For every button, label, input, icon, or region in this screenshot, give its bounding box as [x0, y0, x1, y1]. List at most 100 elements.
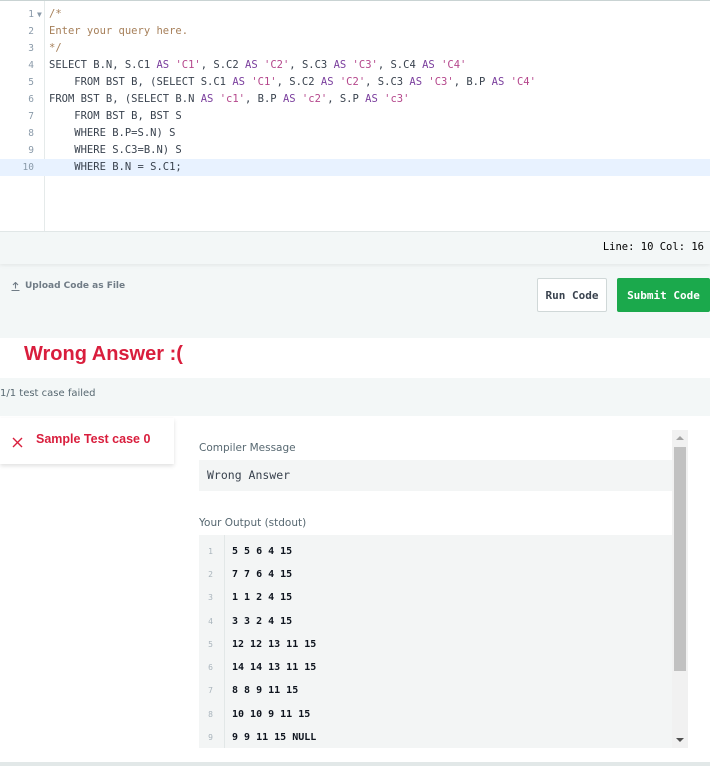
code-token: AS: [232, 76, 245, 88]
code-line[interactable]: 9 WHERE S.C3=B.N) S: [0, 142, 710, 159]
code-token: FROM BST B, (SELECT S.C1: [49, 76, 233, 88]
code-token: 'c1': [219, 93, 245, 105]
code-token: 'c3': [384, 93, 410, 105]
code-editor[interactable]: 1 ▼ /* 2 Enter your query here. 3 */ 4 SELECT B.…: [0, 0, 710, 264]
scroll-thumb[interactable]: [674, 447, 686, 671]
code-line[interactable]: 8 WHERE B.P=S.N) S: [0, 125, 710, 142]
code-token: 'C2': [264, 59, 290, 71]
output-line-text: 3 3 2 4 15: [232, 616, 293, 627]
upload-label: Upload Code as File: [25, 281, 126, 291]
code-line[interactable]: 10 WHERE B.N = S.C1;: [0, 159, 710, 176]
result-header: Wrong Answer :(: [0, 338, 710, 378]
code-line[interactable]: 6 FROM BST B, (SELECT B.N AS 'c1', B.P AS…: [0, 91, 710, 108]
output-line-text: 10 10 9 11 15: [232, 709, 311, 720]
upload-icon: [11, 281, 20, 291]
scroll-up-arrow-icon[interactable]: [676, 436, 684, 440]
code-token: 'C1': [175, 59, 201, 71]
code-token: SELECT B.N, S.C1: [49, 59, 157, 71]
code-token: , B.P: [245, 93, 283, 105]
code-text: SELECT B.N, S.C1 AS 'C1', S.C2 AS 'C2', …: [49, 57, 466, 74]
code-token: AS: [422, 59, 435, 71]
line-number: 7: [28, 111, 34, 122]
output-line: 6 14 14 13 11 15: [199, 659, 672, 677]
code-text: */: [49, 40, 62, 57]
compiler-message-label: Compiler Message: [199, 442, 296, 454]
code-token: 'C4': [510, 76, 536, 88]
code-area[interactable]: 1 ▼ /* 2 Enter your query here. 3 */ 4 SELECT B.…: [0, 6, 710, 176]
output-line-text: 12 12 13 11 15: [232, 639, 317, 650]
code-token: AS: [320, 76, 334, 88]
output-line: 2 7 7 6 4 15: [199, 566, 672, 584]
output-line: 3 1 1 2 4 15: [199, 589, 672, 607]
test-summary: 1/1 test case failed: [0, 388, 96, 399]
panel-scrollbar[interactable]: [672, 430, 688, 748]
scroll-down-arrow-icon[interactable]: [676, 738, 684, 742]
code-token: Enter your query here.: [49, 25, 189, 37]
code-token: WHERE B.N = S.C1;: [49, 161, 182, 173]
output-line-number: 5: [208, 640, 213, 649]
output-line-number: 9: [208, 733, 213, 742]
code-token: WHERE S.C3=B.N) S: [49, 144, 182, 156]
output-line-text: 7 7 6 4 15: [232, 569, 293, 580]
code-token: AS: [409, 76, 423, 88]
code-token: AS: [156, 59, 170, 71]
code-line[interactable]: 5 FROM BST B, (SELECT S.C1 AS 'C1', S.C2…: [0, 74, 710, 91]
code-text: FROM BST B, BST S: [49, 108, 181, 125]
output-line-number: 2: [208, 570, 213, 579]
code-token: AS: [491, 76, 505, 88]
run-code-button[interactable]: Run Code: [537, 278, 607, 312]
code-token: 'C4': [441, 59, 467, 71]
line-number: 9: [28, 145, 34, 156]
line-number: 6: [28, 94, 34, 105]
result-title: Wrong Answer :(: [24, 343, 183, 365]
code-token: /*: [49, 8, 62, 20]
code-line[interactable]: 4 SELECT B.N, S.C1 AS 'C1', S.C2 AS 'C2',…: [0, 57, 710, 74]
code-text: FROM BST B, (SELECT B.N AS 'c1', B.P AS …: [49, 91, 409, 108]
output-line: 7 8 8 9 11 15: [199, 682, 672, 700]
code-text: /*: [49, 6, 62, 23]
code-token: , S.C3: [289, 59, 334, 71]
upload-code-link[interactable]: Upload Code as File: [11, 281, 125, 291]
output-label: Your Output (stdout): [199, 517, 307, 529]
code-token: AS: [282, 93, 296, 105]
cursor-position: Line: 10 Col: 16: [602, 241, 704, 253]
code-line[interactable]: 3 */: [0, 40, 710, 57]
code-token: AS: [245, 59, 258, 71]
code-token: AS: [200, 93, 214, 105]
test-case-label: Sample Test case 0: [36, 432, 151, 446]
code-token: , S.P: [327, 93, 366, 105]
output-line-number: 4: [208, 617, 213, 626]
code-token: 'C1': [251, 76, 277, 88]
code-text: WHERE B.P=S.N) S: [49, 125, 175, 142]
output-line-number: 6: [208, 663, 213, 672]
line-number: 8: [28, 128, 34, 139]
code-line[interactable]: 7 FROM BST B, BST S: [0, 108, 710, 125]
output-box: 1 5 5 6 4 15 2 7 7 6 4 15 3 1 1 2 4 15 4 3 3 2 …: [199, 535, 672, 748]
code-token: AS: [333, 59, 347, 71]
output-line: 9 9 9 11 15 NULL: [199, 729, 672, 747]
tab-sample-test-case-0[interactable]: Sample Test case 0: [0, 418, 174, 464]
code-token: , S.C2: [276, 76, 321, 88]
output-line-text: 8 8 9 11 15: [232, 685, 299, 696]
code-line[interactable]: 1 ▼ /*: [0, 6, 710, 23]
line-number: 5: [28, 77, 34, 88]
code-token: AS: [365, 93, 378, 105]
fold-arrow-icon[interactable]: ▼: [37, 6, 42, 23]
output-line: 1 5 5 6 4 15: [199, 543, 672, 561]
code-token: 'C3': [428, 76, 454, 88]
code-token: 'C3': [352, 59, 378, 71]
compiler-message-box: Wrong Answer: [199, 460, 672, 491]
editor-status-bar: Line: 10 Col: 16: [0, 231, 710, 264]
output-line-text: 9 9 11 15 NULL: [232, 732, 317, 743]
line-number: 10: [22, 162, 34, 173]
submit-code-button[interactable]: Submit Code: [617, 278, 710, 312]
code-token: , S.C4: [377, 59, 423, 71]
output-line: 5 12 12 13 11 15: [199, 636, 672, 654]
output-line-text: 14 14 13 11 15: [232, 662, 317, 673]
line-number: 3: [28, 43, 34, 54]
output-line-number: 3: [208, 593, 213, 602]
code-text: FROM BST B, (SELECT S.C1 AS 'C1', S.C2 A…: [49, 74, 536, 91]
code-token: FROM BST B, (SELECT B.N: [49, 93, 201, 105]
output-line-text: 5 5 6 4 15: [232, 546, 293, 557]
code-line[interactable]: 2 Enter your query here.: [0, 23, 710, 40]
